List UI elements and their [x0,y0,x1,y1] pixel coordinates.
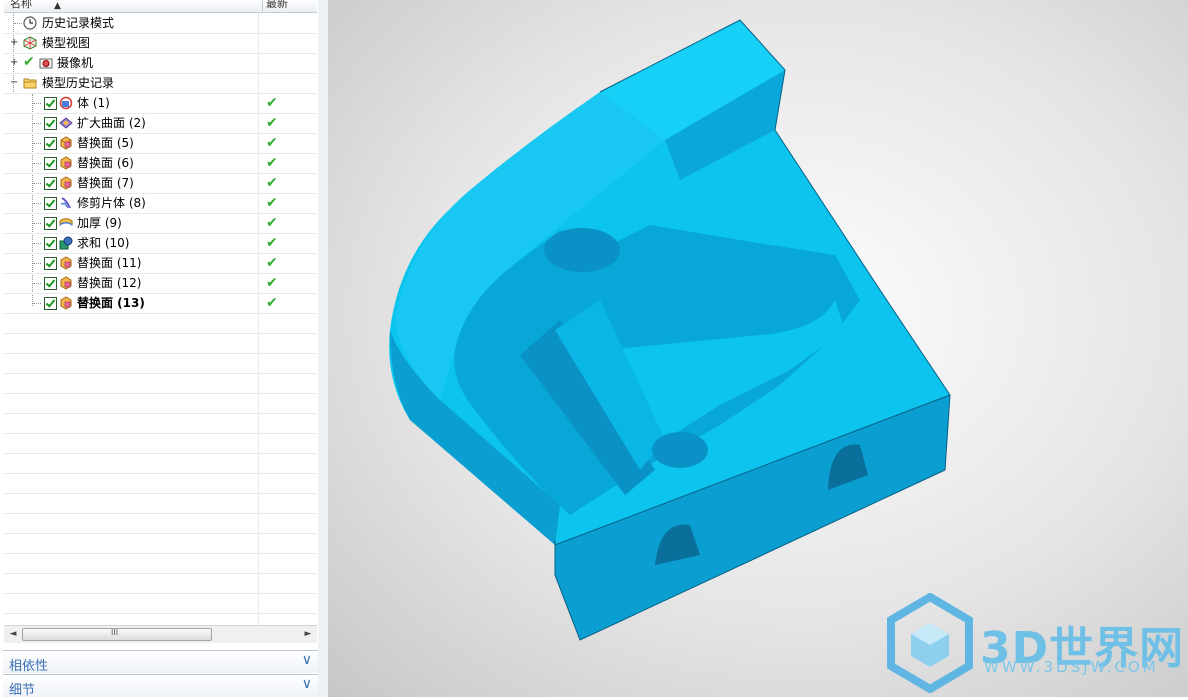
feature-label: 替换面 (12) [77,276,142,290]
scroll-right-arrow-icon[interactable]: ► [300,627,316,642]
feature-checkbox[interactable] [44,177,57,190]
history-tree: 历史记录模式 + 模型视图 + ✔ 摄像机 − 模型历史记录 体 (1) ✔ 扩… [4,13,317,625]
latest-check-icon: ✔ [266,95,278,111]
feature-checkbox[interactable] [44,197,57,210]
model-view-icon [23,36,37,50]
sort-ascending-icon[interactable]: ▲ [54,0,61,13]
clock-icon [23,16,37,30]
tree-row-model-views[interactable]: + 模型视图 [4,33,317,54]
camera-icon [39,58,53,69]
3d-part-model[interactable] [328,0,1188,697]
tree-row-label: 历史记录模式 [42,16,115,30]
trim-sheet-icon [60,197,71,209]
feature-label: 求和 (10) [77,236,130,250]
latest-check-icon: ✔ [266,235,278,251]
replace-face-icon [60,176,72,190]
feature-checkbox[interactable] [44,157,57,170]
feature-row-replace-face-5[interactable]: 替换面 (5) ✔ [4,133,317,154]
horizontal-scrollbar[interactable]: ◄ III ► [4,625,317,643]
latest-check-icon: ✔ [266,215,278,231]
feature-checkbox[interactable] [44,217,57,230]
collapse-minus-icon[interactable]: − [10,78,18,88]
latest-check-icon: ✔ [266,115,278,131]
feature-label: 体 (1) [77,96,110,110]
graphics-window[interactable] [328,0,1188,697]
feature-checkbox[interactable] [44,237,57,250]
feature-checkbox[interactable] [44,117,57,130]
tree-row-history-mode[interactable]: 历史记录模式 [4,13,317,34]
panel-title: 细节 [9,683,36,698]
latest-check-icon: ✔ [266,255,278,271]
expand-plus-icon[interactable]: + [10,38,18,48]
checkmark-icon: ✔ [23,54,35,70]
dependencies-panel-header[interactable]: 相依性 ∨ [3,650,318,674]
column-header: 名称 ▲ 最新 [4,0,317,13]
expand-plus-icon[interactable]: + [10,58,18,68]
watermark-logo-icon [887,593,973,693]
feature-row-enlarge-2[interactable]: 扩大曲面 (2) ✔ [4,113,317,134]
latest-check-icon: ✔ [266,295,278,311]
feature-checkbox[interactable] [44,137,57,150]
latest-check-icon: ✔ [266,135,278,151]
scrollbar-grip: III [111,628,119,637]
feature-row-replace-face-12[interactable]: 替换面 (12) ✔ [4,273,317,294]
chevron-down-icon[interactable]: ∨ [302,676,312,692]
tree-row-label: 模型视图 [42,36,91,50]
replace-face-icon [60,136,72,150]
tree-row-cameras[interactable]: + ✔ 摄像机 [4,53,317,74]
column-latest-header[interactable]: 最新 [266,0,288,11]
feature-row-replace-face-6[interactable]: 替换面 (6) ✔ [4,153,317,174]
scrollbar-thumb[interactable]: III [22,628,212,641]
body-feature-icon [59,96,73,110]
latest-check-icon: ✔ [266,275,278,291]
latest-check-icon: ✔ [266,195,278,211]
feature-row-replace-face-11[interactable]: 替换面 (11) ✔ [4,253,317,274]
scroll-left-arrow-icon[interactable]: ◄ [5,627,21,642]
unite-icon [59,236,73,250]
folder-icon [23,78,37,89]
watermark-url: WWW.3DSJW.COM [984,658,1159,676]
feature-checkbox[interactable] [44,297,57,310]
column-divider[interactable] [262,0,263,12]
part-navigator: 名称 ▲ 最新 历史记录模式 + 模型视图 + ✔ 摄像机 − 模型历史记录 体… [0,0,319,698]
feature-label: 替换面 (11) [77,256,142,270]
feature-label: 加厚 (9) [77,216,122,230]
panel-title: 相依性 [9,659,49,674]
feature-row-unite-10[interactable]: 求和 (10) ✔ [4,233,317,254]
feature-label: 替换面 (7) [77,176,134,190]
tree-row-label: 模型历史记录 [42,76,115,90]
tree-row-label: 摄像机 [57,56,94,70]
replace-face-icon [60,296,72,310]
feature-label: 替换面 (6) [77,156,134,170]
feature-label: 替换面 (5) [77,136,134,150]
latest-check-icon: ✔ [266,175,278,191]
thicken-icon [59,218,73,227]
feature-checkbox[interactable] [44,277,57,290]
latest-check-icon: ✔ [266,155,278,171]
tree-row-model-history[interactable]: − 模型历史记录 [4,73,317,94]
feature-row-replace-face-7[interactable]: 替换面 (7) ✔ [4,173,317,194]
replace-face-icon [60,276,72,290]
feature-checkbox[interactable] [44,257,57,270]
feature-row-body-1[interactable]: 体 (1) ✔ [4,93,317,114]
replace-face-icon [60,256,72,270]
details-panel-header[interactable]: 细节 ∨ [3,674,318,698]
feature-label-current: 替换面 (13) [77,296,145,310]
feature-row-replace-face-13[interactable]: 替换面 (13) ✔ [4,293,317,314]
column-name-header[interactable]: 名称 [10,0,32,11]
chevron-down-icon[interactable]: ∨ [302,652,312,668]
replace-face-icon [60,156,72,170]
feature-row-thicken-9[interactable]: 加厚 (9) ✔ [4,213,317,234]
enlarge-surface-icon [59,117,73,129]
feature-label: 修剪片体 (8) [77,196,146,210]
feature-label: 扩大曲面 (2) [77,116,146,130]
feature-row-trim-sheet-8[interactable]: 修剪片体 (8) ✔ [4,193,317,214]
feature-checkbox[interactable] [44,97,57,110]
